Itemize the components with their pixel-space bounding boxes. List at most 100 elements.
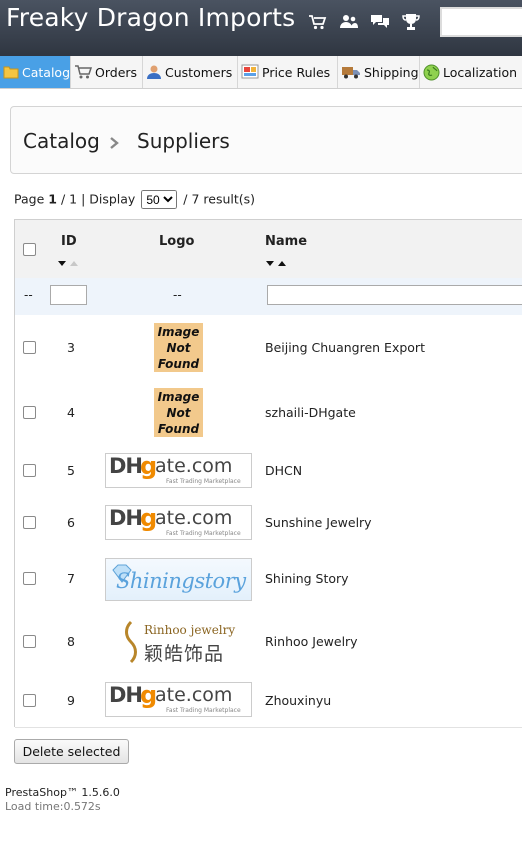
tab-orders-label: Orders — [95, 64, 138, 80]
top-bar: Freaky Dragon Imports — [0, 0, 522, 56]
tab-price-rules-label: Price Rules — [262, 64, 331, 80]
row-checkbox[interactable] — [23, 406, 36, 419]
tab-shipping-label: Shipping — [364, 64, 419, 80]
row-checkbox[interactable] — [23, 635, 36, 648]
tab-price-rules[interactable]: Price Rules — [238, 56, 338, 88]
sort-asc-icon[interactable] — [70, 261, 78, 266]
suppliers-table: ID Logo Name -- -- 3 Image Not Found Bei… — [14, 219, 522, 728]
display-label: | Display — [81, 191, 136, 207]
price-tag-icon — [241, 64, 259, 79]
display-count-select[interactable]: 50 — [141, 190, 178, 209]
total-pages: / 1 — [60, 191, 78, 207]
select-all-checkbox[interactable] — [23, 243, 36, 256]
row-name: Zhouxinyu — [265, 693, 332, 708]
table-row[interactable]: 9 DH g ate.com Fast Trading Marketplace … — [15, 674, 522, 728]
row-id: 9 — [67, 693, 75, 708]
logo-text-line: Not — [166, 405, 191, 420]
sort-asc-icon[interactable] — [278, 261, 286, 266]
breadcrumb-suppliers: Suppliers — [137, 129, 230, 153]
customers-icon[interactable] — [339, 12, 359, 32]
sort-desc-icon[interactable] — [266, 261, 274, 266]
row-name: DHCN — [265, 463, 303, 478]
id-sort-controls — [57, 257, 81, 272]
current-page: 1 — [48, 191, 57, 207]
row-id: 6 — [67, 515, 75, 530]
row-checkbox[interactable] — [23, 516, 36, 529]
cart-icon[interactable] — [308, 12, 328, 32]
logo-text-line: Found — [157, 356, 200, 371]
table-row[interactable]: 8 Rinhoo jewelry 颖皓饰品 Rinhoo Jewelry — [15, 609, 522, 675]
row-name: Rinhoo Jewelry — [265, 634, 358, 649]
table-row[interactable]: 3 Image Not Found Beijing Chuangren Expo… — [15, 315, 522, 381]
rinhoo-logo-en: Rinhoo jewelry — [144, 623, 236, 637]
filter-row: -- -- — [15, 278, 522, 316]
row-id: 8 — [67, 634, 75, 649]
name-sort-controls — [265, 257, 289, 272]
rinhoo-logo-cn: 颖皓饰品 — [144, 643, 225, 665]
id-filter-input[interactable] — [50, 285, 87, 305]
id-column-header: ID — [61, 234, 77, 249]
tab-shipping[interactable]: Shipping — [338, 56, 420, 88]
load-time-text: Load time:0.572s — [5, 800, 101, 813]
name-filter-input[interactable] — [267, 285, 522, 305]
row-id: 4 — [67, 405, 75, 420]
tab-catalog-label: Catalog — [22, 64, 71, 80]
logo-text-line: Found — [157, 421, 200, 436]
dhgate-logo-suffix: ate.com — [155, 684, 233, 706]
filter-select-placeholder: -- — [24, 288, 33, 302]
folder-icon — [3, 66, 19, 79]
row-name: Shining Story — [265, 571, 349, 586]
row-id: 3 — [67, 340, 75, 355]
truck-icon — [342, 67, 360, 79]
row-checkbox[interactable] — [23, 572, 36, 585]
logo-text-line: Image — [157, 324, 200, 339]
breadcrumb: Catalog Suppliers — [10, 106, 522, 174]
main-menu: Catalog Orders Customers Price Rules Shi… — [0, 56, 522, 89]
row-checkbox[interactable] — [23, 341, 36, 354]
globe-icon — [423, 64, 440, 80]
row-id: 5 — [67, 463, 75, 478]
logo-text-line: Not — [166, 340, 191, 355]
shop-name[interactable]: Freaky Dragon Imports — [6, 3, 295, 32]
messages-icon[interactable] — [370, 12, 390, 32]
row-id: 7 — [67, 571, 75, 586]
dhgate-logo-suffix: ate.com — [155, 455, 233, 477]
table-row[interactable]: 5 DH g ate.com Fast Trading Marketplace … — [15, 445, 522, 498]
logo-text-line: Image — [157, 389, 200, 404]
tab-orders[interactable]: Orders — [71, 56, 143, 88]
trophy-icon[interactable] — [401, 12, 421, 32]
table-row[interactable]: 6 DH g ate.com Fast Trading Marketplace … — [15, 497, 522, 550]
user-icon — [147, 65, 161, 79]
breadcrumb-catalog[interactable]: Catalog — [23, 129, 100, 153]
shiningstory-logo: Shiningstory — [105, 558, 252, 601]
image-not-found-logo: Image Not Found — [154, 323, 203, 372]
row-checkbox[interactable] — [23, 464, 36, 477]
row-name: Beijing Chuangren Export — [265, 340, 425, 355]
tab-localization-label: Localization — [443, 64, 518, 80]
dhgate-logo-tagline: Fast Trading Marketplace — [166, 478, 241, 485]
row-checkbox[interactable] — [23, 694, 36, 707]
logo-filter-placeholder: -- — [173, 288, 182, 302]
results-count: / 7 result(s) — [183, 191, 256, 207]
delete-selected-button[interactable]: Delete selected — [14, 739, 129, 764]
dhgate-logo-tagline: Fast Trading Marketplace — [166, 707, 241, 714]
header-search-input[interactable] — [440, 7, 522, 37]
tab-catalog[interactable]: Catalog — [0, 56, 71, 88]
chevron-right-icon — [110, 137, 119, 149]
image-not-found-logo: Image Not Found — [154, 388, 203, 437]
row-name: szhaili-DHgate — [265, 405, 356, 420]
table-row[interactable]: 7 Shiningstory Shining Story — [15, 549, 522, 610]
cart-icon — [75, 65, 92, 79]
dhgate-logo: DH g ate.com Fast Trading Marketplace — [105, 452, 252, 488]
dhgate-logo-prefix: DH — [109, 454, 143, 478]
pagination: Page 1 / 1 | Display 50 / 7 result(s) — [14, 190, 255, 209]
dhgate-logo-prefix: DH — [109, 506, 143, 530]
dhgate-logo: DH g ate.com Fast Trading Marketplace — [105, 681, 252, 717]
tab-localization[interactable]: Localization — [420, 56, 522, 88]
tab-customers[interactable]: Customers — [143, 56, 238, 88]
rinhoo-logo: Rinhoo jewelry 颖皓饰品 — [123, 618, 237, 666]
sort-desc-icon[interactable] — [58, 261, 66, 266]
dhgate-logo-suffix: ate.com — [155, 507, 233, 529]
version-text: PrestaShop™ 1.5.6.0 — [5, 786, 120, 799]
table-row[interactable]: 4 Image Not Found szhaili-DHgate — [15, 380, 522, 446]
